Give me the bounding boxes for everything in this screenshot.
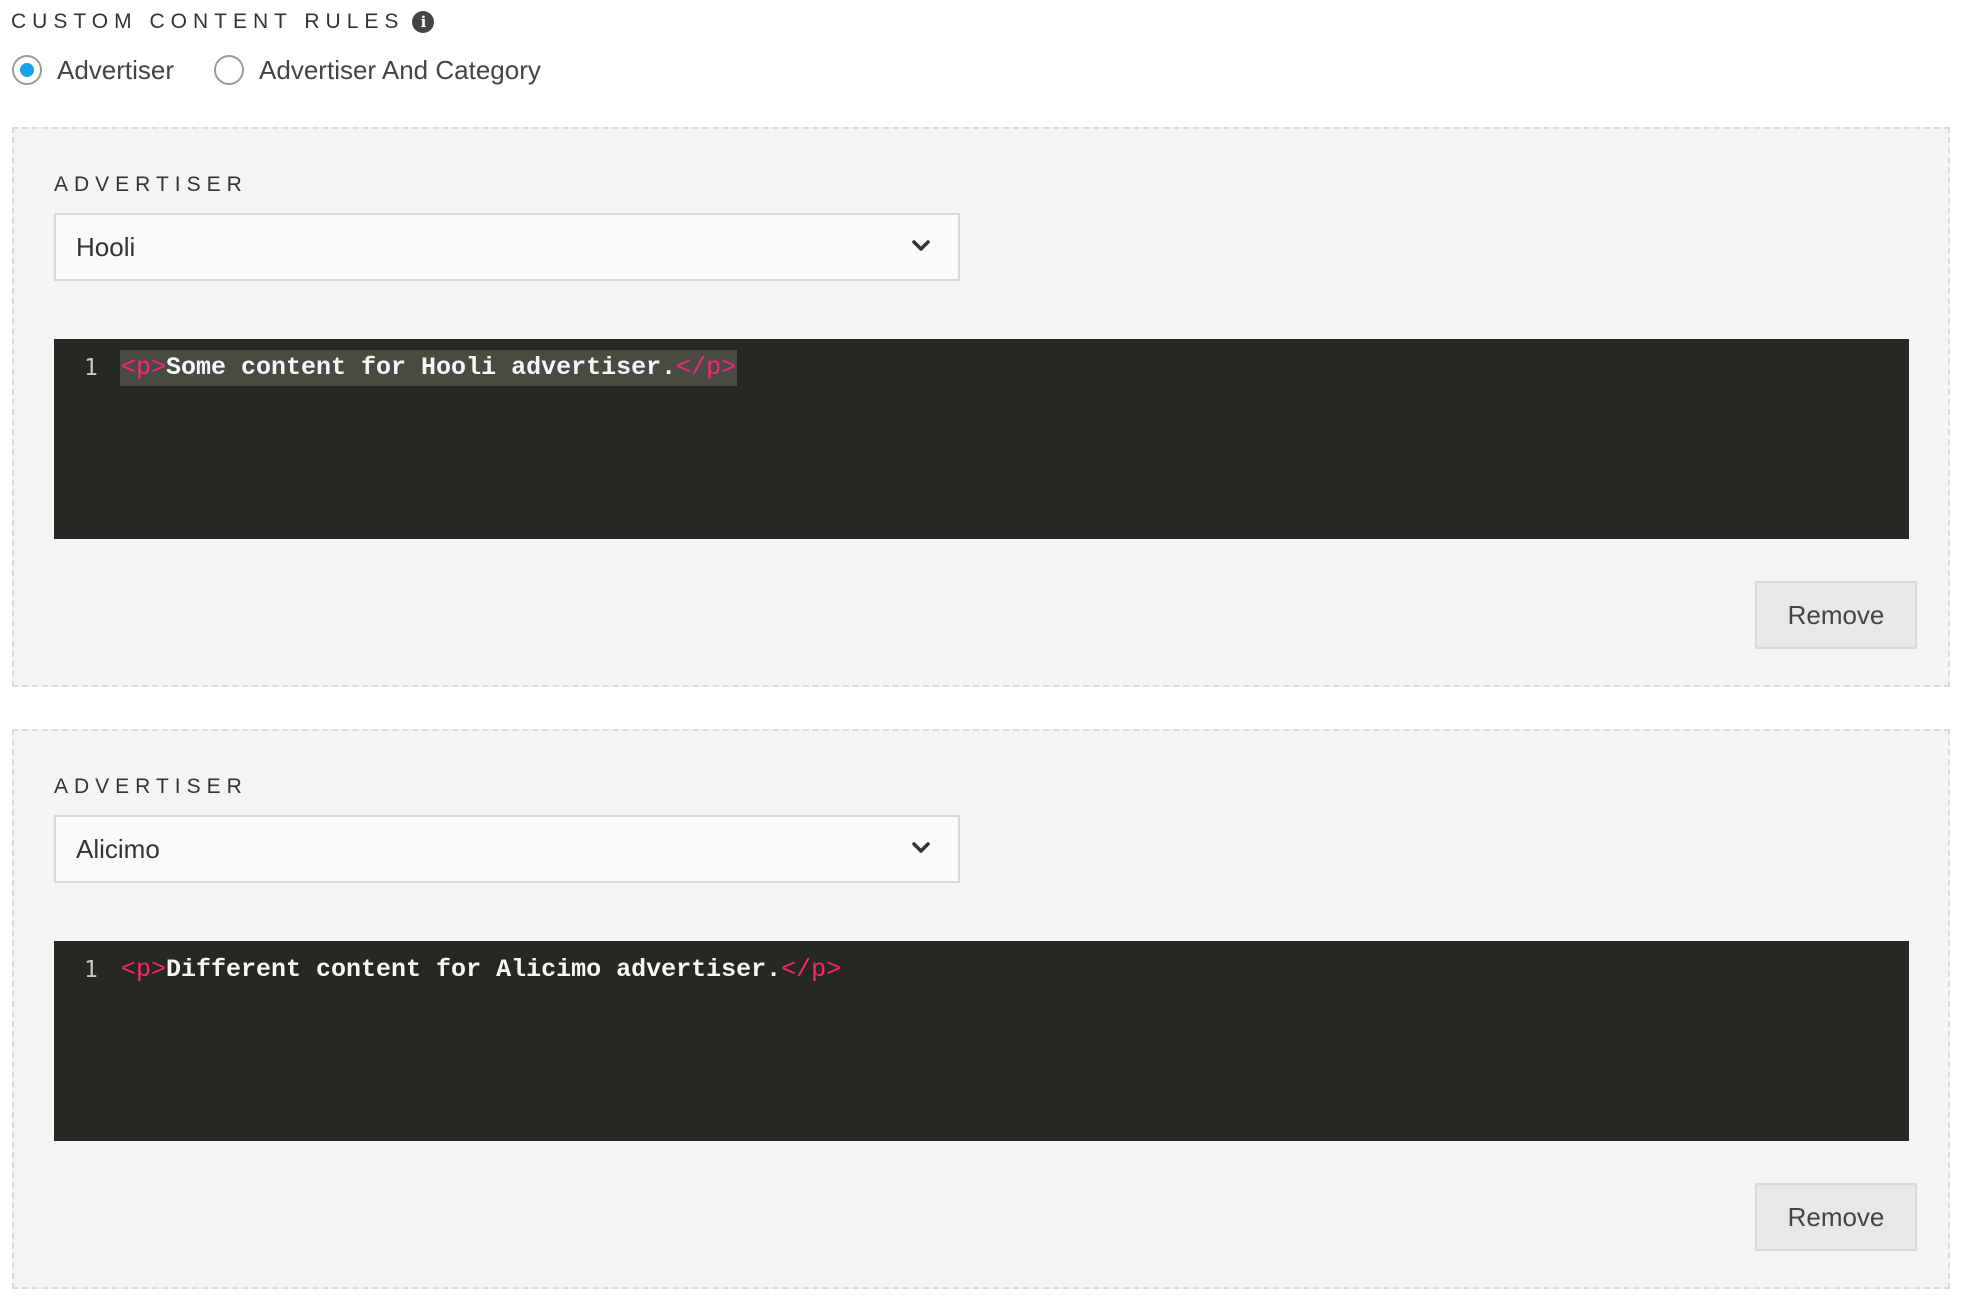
advertiser-select[interactable]: Alicimo (54, 815, 960, 883)
rule-type-radio-group: Advertiser Advertiser And Category (12, 52, 541, 88)
line-number: 1 (84, 957, 98, 983)
radio-button-unchecked[interactable] (214, 55, 245, 85)
advertiser-select[interactable]: Hooli (54, 213, 960, 281)
code-line[interactable]: <p>Different content for Alicimo adverti… (120, 952, 842, 988)
code-editor[interactable]: 1 <p>Some content for Hooli advertiser.<… (54, 339, 1909, 539)
remove-button[interactable]: Remove (1755, 1183, 1917, 1251)
code-text: Some content for Hooli advertiser. (166, 353, 677, 382)
section-header: CUSTOM CONTENT RULES i (11, 8, 435, 36)
section-title: CUSTOM CONTENT RULES (11, 10, 405, 33)
rule-panel-1: ADVERTISER Hooli 1 <p>Some content for H… (12, 127, 1950, 687)
rule-panel-2: ADVERTISER Alicimo 1 <p>Different conten… (12, 729, 1950, 1289)
code-line[interactable]: <p>Some content for Hooli advertiser.</p… (120, 350, 738, 386)
radio-advertiser[interactable]: Advertiser (12, 55, 174, 86)
advertiser-field-label: ADVERTISER (54, 173, 248, 196)
chevron-down-icon (912, 842, 930, 853)
radio-label-advertiser-and-category: Advertiser And Category (259, 54, 541, 85)
radio-button-checked[interactable] (12, 55, 42, 85)
code-open-tag: <p> (121, 955, 167, 984)
code-editor[interactable]: 1 <p>Different content for Alicimo adver… (54, 941, 1909, 1141)
code-close-tag: </p> (781, 955, 842, 984)
remove-button[interactable]: Remove (1755, 581, 1917, 649)
radio-label-advertiser: Advertiser (57, 54, 175, 85)
advertiser-select-value: Alicimo (76, 834, 160, 864)
code-open-tag: <p> (121, 353, 167, 382)
info-icon[interactable]: i (412, 11, 435, 33)
chevron-down-icon (912, 240, 930, 251)
code-text: Different content for Alicimo advertiser… (166, 955, 782, 984)
code-close-tag: </p> (676, 353, 737, 382)
radio-advertiser-and-category[interactable]: Advertiser And Category (214, 55, 541, 86)
advertiser-select-value: Hooli (76, 232, 136, 262)
line-number: 1 (84, 355, 98, 381)
advertiser-field-label: ADVERTISER (54, 775, 248, 798)
